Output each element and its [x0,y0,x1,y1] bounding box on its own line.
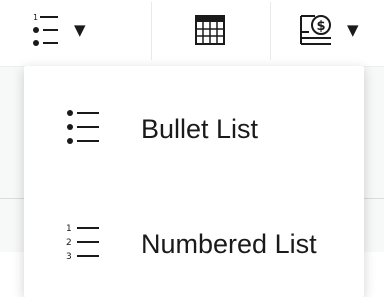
menu-item-label: Numbered List [141,228,317,259]
table-grid-icon [195,15,225,45]
menu-item-bullet-list[interactable]: Bullet List [24,79,364,179]
toolbar-separator [270,2,271,60]
toolbar-separator [151,2,152,60]
chevron-down-icon: ▼ [347,20,359,39]
svg-text:1: 1 [33,13,38,22]
bullet-list-icon [67,110,99,144]
editor-page: 1 ▼ $ ▼ Bullet List 1 2 3 Numbered List [0,0,384,297]
menu-item-label: Bullet List [141,113,259,144]
chevron-down-icon: ▼ [74,20,86,39]
menu-item-numbered-list[interactable]: 1 2 3 Numbered List [24,194,364,294]
list-marker: 2 [66,238,72,248]
currency-format-button[interactable]: $ ▼ [297,0,384,60]
list-style-button[interactable]: 1 ▼ [30,0,120,60]
list-marker: 3 [66,252,72,262]
list-style-dropdown: Bullet List 1 2 3 Numbered List [24,66,364,297]
insert-table-button[interactable] [180,0,240,60]
numbered-list-icon: 1 [33,13,58,46]
list-marker: 1 [66,224,72,234]
numbered-list-icon: 1 2 3 [66,224,99,262]
formatting-toolbar: 1 ▼ $ ▼ [0,0,384,66]
currency-document-icon: $ [300,15,331,45]
svg-text:$: $ [316,19,325,34]
